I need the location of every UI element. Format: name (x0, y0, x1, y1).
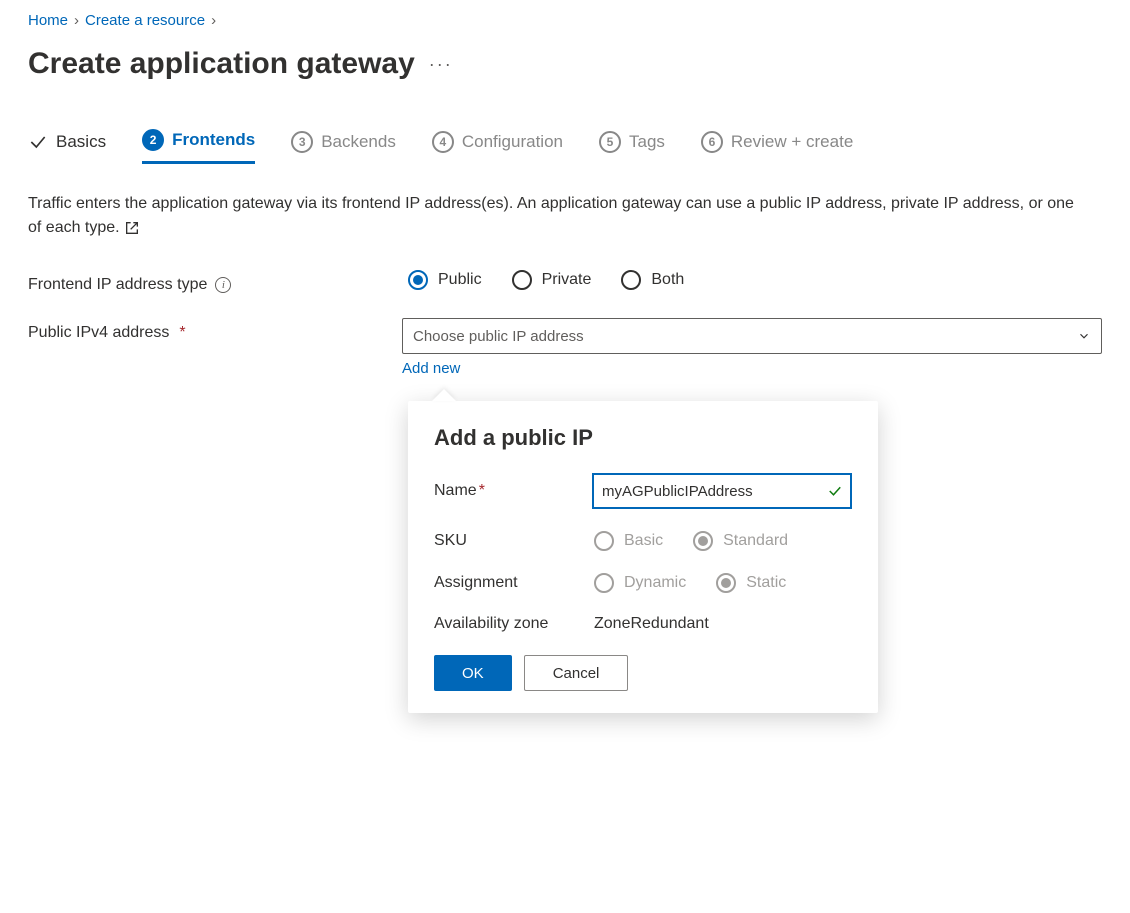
tab-basics[interactable]: Basics (28, 132, 106, 162)
add-new-link[interactable]: Add new (402, 360, 460, 377)
dropdown-placeholder: Choose public IP address (413, 328, 584, 345)
external-link-icon (124, 220, 140, 236)
row-assignment: Assignment Dynamic Static (434, 573, 852, 593)
breadcrumb-separator-icon: › (74, 12, 79, 29)
check-icon (28, 132, 48, 152)
add-public-ip-callout: Add a public IP Name* SKU Basic Standard… (408, 401, 878, 713)
breadcrumb-create-resource-link[interactable]: Create a resource (85, 12, 205, 29)
validation-check-icon (826, 482, 844, 500)
tab-label: Review + create (731, 132, 853, 152)
tab-tags[interactable]: 5 Tags (599, 131, 665, 163)
step-number-icon: 6 (701, 131, 723, 153)
radio-option-assignment-static: Static (716, 573, 786, 593)
input-col-public-ipv4: Choose public IP address Add new (402, 318, 1102, 377)
step-number-icon: 4 (432, 131, 454, 153)
value-availability-zone: ZoneRedundant (594, 615, 852, 633)
step-number-icon: 3 (291, 131, 313, 153)
tab-description: Traffic enters the application gateway v… (28, 192, 1088, 240)
public-ipv4-dropdown[interactable]: Choose public IP address (402, 318, 1102, 354)
label-frontend-ip-type: Frontend IP address type i (28, 270, 408, 294)
radio-icon (512, 270, 532, 290)
more-menu-icon[interactable]: ··· (429, 54, 453, 75)
label-text: Public IPv4 address (28, 324, 169, 342)
page-title-row: Create application gateway ··· (28, 47, 1102, 81)
row-sku: SKU Basic Standard (434, 531, 852, 551)
required-asterisk-icon: * (479, 482, 485, 499)
radio-label: Private (542, 271, 592, 289)
label-assignment: Assignment (434, 574, 594, 592)
tab-label: Backends (321, 132, 396, 152)
tab-backends[interactable]: 3 Backends (291, 131, 396, 163)
description-text: Traffic enters the application gateway v… (28, 195, 1074, 236)
step-number-icon: 5 (599, 131, 621, 153)
label-text: Name (434, 482, 477, 499)
row-public-ipv4: Public IPv4 address * Choose public IP ad… (28, 318, 1102, 377)
radio-icon (716, 573, 736, 593)
tab-label: Frontends (172, 130, 255, 150)
radio-icon (594, 531, 614, 551)
radio-label: Standard (723, 532, 788, 550)
radio-group-sku: Basic Standard (594, 531, 852, 551)
tab-configuration[interactable]: 4 Configuration (432, 131, 563, 163)
wizard-tabs: Basics 2 Frontends 3 Backends 4 Configur… (28, 129, 1102, 164)
radio-label: Static (746, 574, 786, 592)
info-icon[interactable]: i (215, 277, 231, 293)
radio-group-assignment: Dynamic Static (594, 573, 852, 593)
cancel-button[interactable]: Cancel (524, 655, 629, 691)
radio-option-both[interactable]: Both (621, 270, 684, 290)
radio-option-sku-basic: Basic (594, 531, 663, 551)
radio-label: Basic (624, 532, 663, 550)
required-asterisk-icon: * (179, 324, 185, 342)
radio-label: Public (438, 271, 482, 289)
tab-frontends[interactable]: 2 Frontends (142, 129, 255, 164)
tab-label: Tags (629, 132, 665, 152)
tab-label: Configuration (462, 132, 563, 152)
label-public-ipv4: Public IPv4 address * (28, 318, 402, 342)
radio-icon (408, 270, 428, 290)
radio-option-assignment-dynamic: Dynamic (594, 573, 686, 593)
breadcrumb-home-link[interactable]: Home (28, 12, 68, 29)
name-input-wrapper (592, 473, 852, 509)
chevron-down-icon (1077, 329, 1091, 343)
label-availability-zone: Availability zone (434, 615, 594, 633)
tab-review-create[interactable]: 6 Review + create (701, 131, 853, 163)
row-availability-zone: Availability zone ZoneRedundant (434, 615, 852, 633)
ok-button[interactable]: OK (434, 655, 512, 691)
row-frontend-ip-type: Frontend IP address type i Public Privat… (28, 270, 1102, 294)
callout-button-row: OK Cancel (434, 655, 852, 691)
radio-group-ip-type: Public Private Both (408, 270, 1102, 290)
page-title: Create application gateway (28, 47, 415, 81)
radio-icon (594, 573, 614, 593)
learn-more-external-link[interactable] (124, 219, 140, 236)
radio-label: Dynamic (624, 574, 686, 592)
radio-icon (693, 531, 713, 551)
radio-option-private[interactable]: Private (512, 270, 592, 290)
label-text: Frontend IP address type (28, 276, 207, 294)
breadcrumb-separator-icon: › (211, 12, 216, 29)
step-number-icon: 2 (142, 129, 164, 151)
radio-label: Both (651, 271, 684, 289)
row-name: Name* (434, 473, 852, 509)
value-name (592, 473, 852, 509)
radio-option-sku-standard: Standard (693, 531, 788, 551)
label-sku: SKU (434, 532, 594, 550)
breadcrumb: Home › Create a resource › (28, 12, 1102, 29)
label-name: Name* (434, 482, 592, 500)
name-input[interactable] (602, 483, 826, 500)
radio-icon (621, 270, 641, 290)
tab-label: Basics (56, 132, 106, 152)
radio-option-public[interactable]: Public (408, 270, 482, 290)
callout-title: Add a public IP (434, 425, 852, 451)
